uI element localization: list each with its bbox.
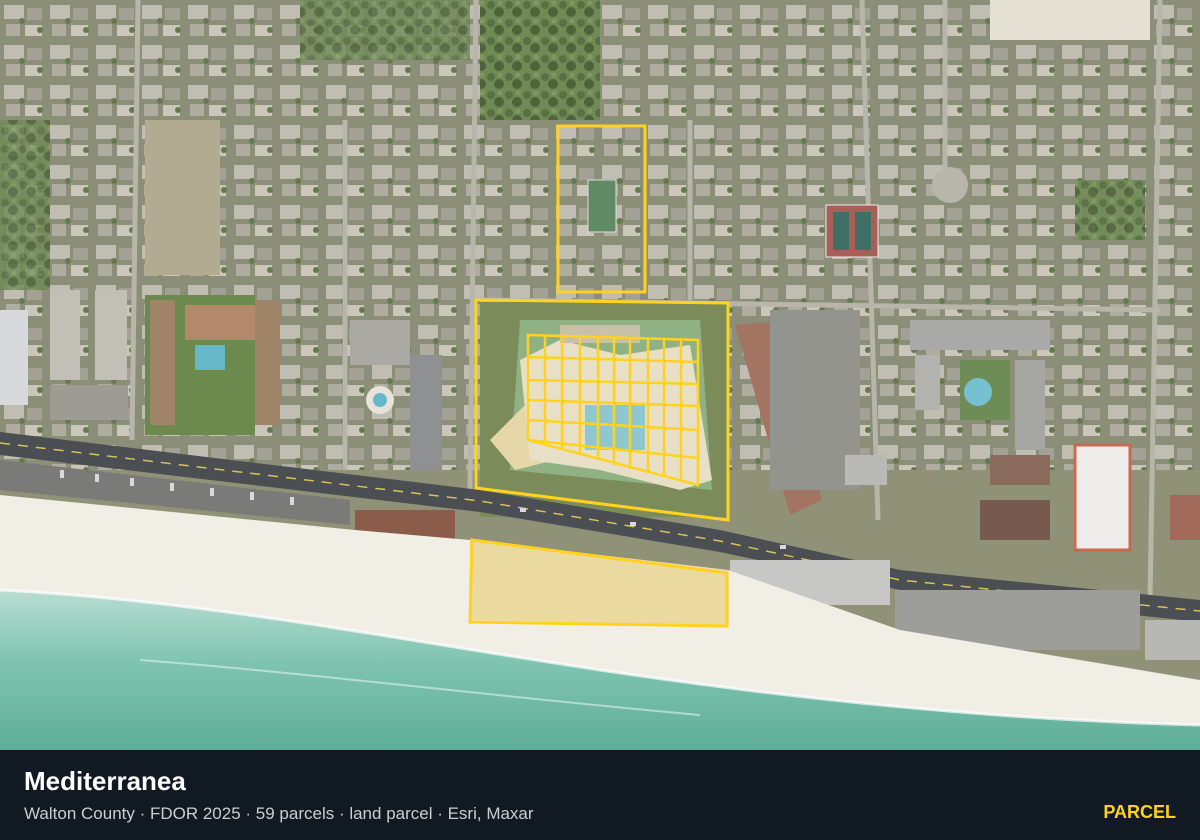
place-title: Mediterranea [24,766,186,796]
info-footer: Mediterranea Walton County · FDOR 2025 ·… [0,750,1200,840]
aerial-map[interactable] [0,0,1200,750]
parcel-details: Walton County · FDOR 2025 · 59 parcels ·… [24,804,534,823]
satellite-imagery [0,0,1200,750]
layer-badge: PARCEL [1103,802,1176,822]
